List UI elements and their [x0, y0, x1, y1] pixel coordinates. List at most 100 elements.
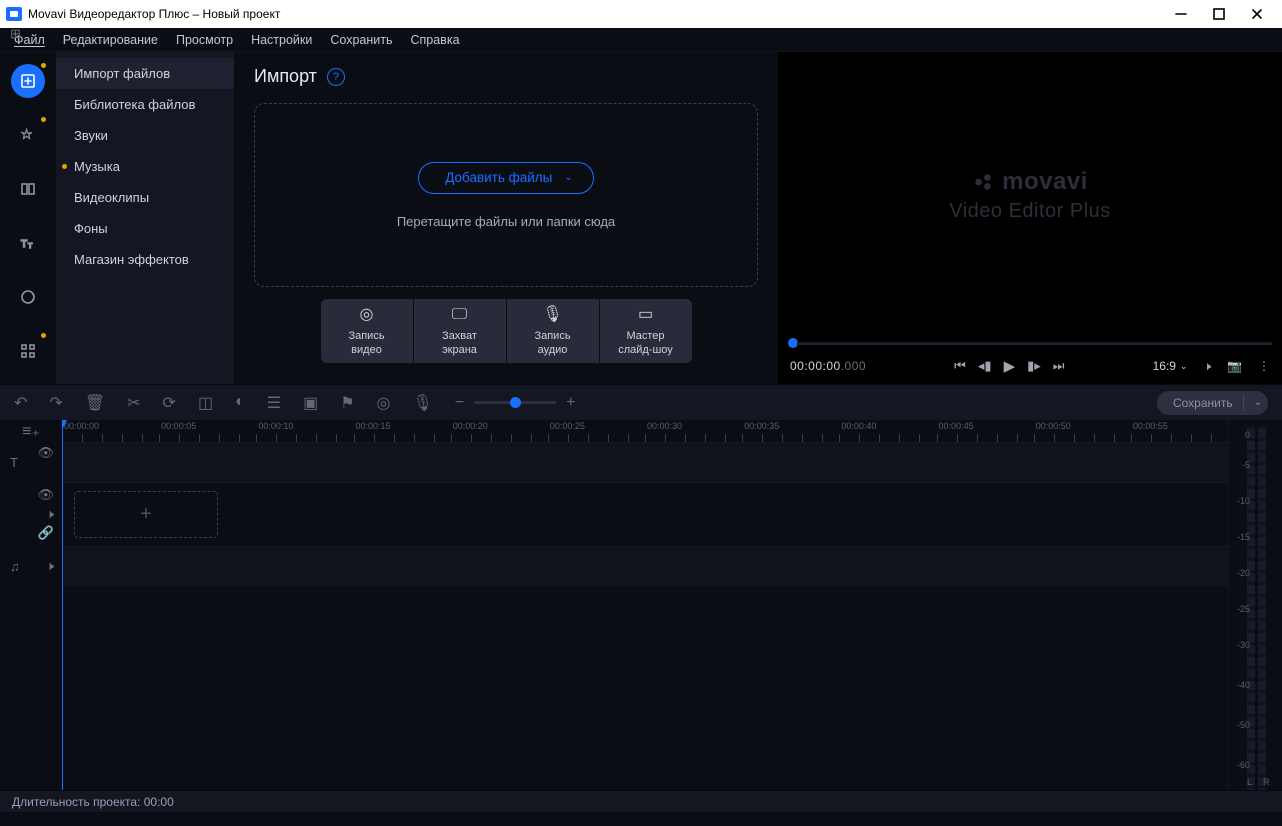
- sidebar-item-music[interactable]: Музыка: [56, 151, 234, 182]
- capture-audio-button[interactable]: 🎙 Запись аудио: [507, 299, 599, 363]
- ruler-tick: 00:00:35: [742, 420, 839, 442]
- db-label: -5: [1242, 460, 1250, 470]
- menu-view[interactable]: Просмотр: [176, 33, 233, 47]
- duration-label: Длительность проекта:: [12, 795, 140, 809]
- record-video-button[interactable]: ◎: [377, 393, 391, 413]
- meter-bar-right: [1258, 426, 1266, 790]
- mute-icon[interactable]: 🕨: [46, 558, 54, 574]
- mute-icon[interactable]: 🕨: [46, 506, 54, 522]
- menu-settings[interactable]: Настройки: [251, 33, 312, 47]
- timeline[interactable]: 00:00:0000:00:0500:00:1000:00:1500:00:20…: [62, 420, 1228, 790]
- crop-button[interactable]: ◫: [198, 393, 213, 413]
- rotate-button[interactable]: ⟳: [163, 393, 176, 413]
- minimize-button[interactable]: [1162, 0, 1200, 28]
- zoom-in-button[interactable]: +: [566, 394, 575, 412]
- ruler-tick: 00:00:15: [354, 420, 451, 442]
- save-label: Сохранить: [1173, 396, 1233, 410]
- empty-clip-slot[interactable]: +: [74, 491, 218, 538]
- capture-label: Запись аудио: [534, 330, 570, 358]
- next-clip-button[interactable]: ⏭: [1053, 358, 1065, 374]
- panel-title: Импорт: [254, 66, 317, 87]
- save-export-button[interactable]: Сохранить ⌄: [1157, 391, 1268, 415]
- webcam-icon: ◎: [360, 305, 374, 325]
- capture-label: Захват экрана: [442, 330, 477, 358]
- aspect-ratio-selector[interactable]: 16:9⌄: [1153, 359, 1188, 373]
- help-icon[interactable]: ?: [327, 68, 345, 86]
- sidebar-item-label: Видеоклипы: [74, 190, 149, 205]
- capture-screen-button[interactable]: 🖵 Захват экрана: [414, 299, 506, 363]
- clip-properties-button[interactable]: ☰: [267, 393, 281, 413]
- chevron-down-icon: ⌄: [1180, 361, 1188, 372]
- sidebar-item-label: Импорт файлов: [74, 66, 170, 81]
- sidebar-item-sounds[interactable]: Звуки: [56, 120, 234, 151]
- rail-filters-button[interactable]: [11, 118, 45, 152]
- visibility-icon[interactable]: 👁: [37, 445, 54, 461]
- chevron-down-icon[interactable]: ⌄: [1254, 397, 1262, 408]
- drop-zone[interactable]: Добавить файлы ⌄ Перетащите файлы или па…: [254, 103, 758, 287]
- rail-more-button[interactable]: [11, 334, 45, 368]
- rail-transitions-button[interactable]: [11, 172, 45, 206]
- zoom-out-button[interactable]: −: [455, 394, 464, 412]
- add-files-button[interactable]: Добавить файлы ⌄: [418, 162, 594, 194]
- prev-clip-button[interactable]: ⏮: [954, 358, 966, 374]
- movavi-logo-icon: [972, 171, 994, 193]
- rail-stickers-button[interactable]: [11, 280, 45, 314]
- sidebar-item-effects-store[interactable]: Магазин эффектов: [56, 244, 234, 275]
- zoom-thumb[interactable]: [510, 397, 521, 408]
- add-track-button[interactable]: ≡₊: [0, 420, 62, 442]
- cut-button[interactable]: ✂: [127, 393, 140, 413]
- db-label: -10: [1237, 496, 1250, 506]
- record-voice-button[interactable]: 🎙: [413, 393, 433, 413]
- track-header-video[interactable]: 👁 🕨 🔗 ⊞: [0, 482, 62, 546]
- color-adjust-button[interactable]: ◐: [235, 393, 245, 413]
- link-icon[interactable]: 🔗: [38, 525, 54, 541]
- seek-track[interactable]: [797, 342, 1272, 345]
- marker-button[interactable]: ⚑: [340, 393, 354, 413]
- volume-icon[interactable]: 🕨: [1204, 359, 1212, 374]
- visibility-icon[interactable]: 👁: [37, 487, 54, 503]
- db-label: -50: [1237, 720, 1250, 730]
- monitor-icon: 🖵: [452, 305, 467, 325]
- rail-import-button[interactable]: [11, 64, 45, 98]
- menu-edit[interactable]: Редактирование: [63, 33, 158, 47]
- preview-menu-icon[interactable]: ⋮: [1258, 359, 1270, 373]
- sidebar-item-label: Фоны: [74, 221, 108, 236]
- timeline-track-video[interactable]: +: [62, 482, 1228, 546]
- play-button[interactable]: ▶: [1004, 357, 1016, 375]
- timeline-track-audio[interactable]: [62, 546, 1228, 586]
- audio-track-icon: ♫: [10, 559, 20, 574]
- sidebar-item-file-library[interactable]: Библиотека файлов: [56, 89, 234, 120]
- maximize-button[interactable]: [1200, 0, 1238, 28]
- preview-panel: movavi Video Editor Plus 00:00:00.000 ⏮ …: [778, 52, 1282, 384]
- undo-button[interactable]: ↶: [14, 393, 27, 413]
- zoom-slider[interactable]: [474, 401, 556, 404]
- sidebar-item-videoclips[interactable]: Видеоклипы: [56, 182, 234, 213]
- timecode: 00:00:00.000: [790, 359, 866, 373]
- window-title: Movavi Видеоредактор Плюс – Новый проект: [28, 7, 1162, 21]
- sidebar-item-backgrounds[interactable]: Фоны: [56, 213, 234, 244]
- capture-video-button[interactable]: ◎ Запись видео: [321, 299, 413, 363]
- transition-wizard-button[interactable]: ▣: [303, 393, 318, 413]
- slideshow-wizard-button[interactable]: ▭ Мастер слайд-шоу: [600, 299, 692, 363]
- db-label: 0: [1245, 430, 1250, 440]
- next-frame-button[interactable]: ▮▸: [1027, 358, 1041, 374]
- menu-help[interactable]: Справка: [410, 33, 459, 47]
- sidebar-item-import-files[interactable]: Импорт файлов: [56, 58, 234, 89]
- db-label: -40: [1237, 680, 1250, 690]
- track-header-audio[interactable]: 🕨 ♫: [0, 546, 62, 586]
- svg-text:T: T: [21, 239, 27, 250]
- preview-seekbar[interactable]: [778, 338, 1282, 348]
- timeline-ruler[interactable]: 00:00:0000:00:0500:00:1000:00:1500:00:20…: [62, 420, 1228, 442]
- redo-button[interactable]: ↷: [49, 393, 62, 413]
- timeline-track-titles[interactable]: [62, 442, 1228, 482]
- capture-label: Запись видео: [348, 330, 384, 358]
- sidebar: Импорт файлов Библиотека файлов Звуки Му…: [56, 52, 234, 384]
- delete-button[interactable]: 🗑: [85, 393, 105, 413]
- track-header-titles[interactable]: T 👁: [0, 442, 62, 482]
- prev-frame-button[interactable]: ◂▮: [978, 358, 992, 374]
- close-button[interactable]: [1238, 0, 1276, 28]
- ruler-tick: 00:00:45: [937, 420, 1034, 442]
- snapshot-icon[interactable]: 📷: [1227, 359, 1242, 373]
- rail-titles-button[interactable]: TT: [11, 226, 45, 260]
- menu-save[interactable]: Сохранить: [330, 33, 392, 47]
